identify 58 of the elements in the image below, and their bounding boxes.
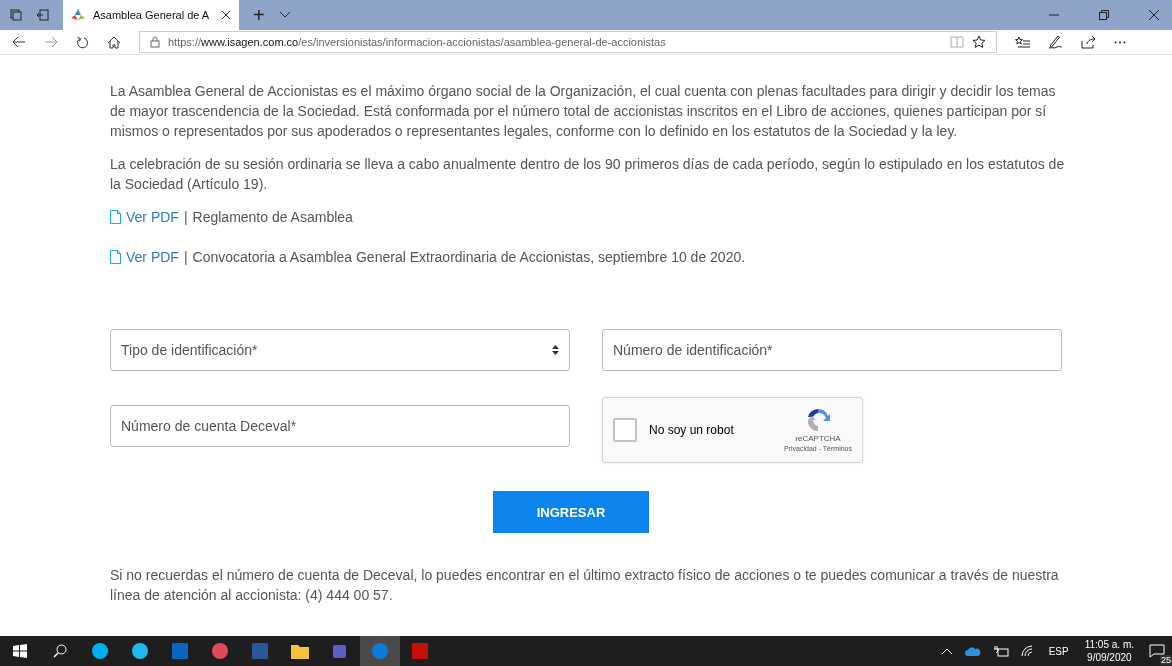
app-icon — [90, 642, 110, 660]
input-field[interactable]: Número de identificación* — [602, 329, 1062, 371]
app-icon — [250, 642, 270, 660]
restore-icon[interactable] — [1099, 10, 1109, 20]
new-tab-button[interactable]: + — [253, 3, 265, 27]
pdf-link[interactable]: Ver PDF — [126, 207, 179, 227]
close-icon[interactable] — [221, 10, 231, 20]
separator-text: | — [183, 208, 188, 227]
recaptcha-logo-icon — [805, 407, 831, 433]
document-icon — [110, 210, 121, 224]
folder-icon — [290, 642, 310, 660]
forward-arrow-icon[interactable] — [44, 36, 58, 48]
cloud-icon[interactable] — [964, 646, 981, 656]
notification-button[interactable]: 25 — [1142, 636, 1172, 666]
app-icon — [370, 642, 390, 660]
more-icon[interactable] — [1114, 40, 1126, 44]
refresh-icon[interactable] — [76, 35, 89, 49]
paragraph: La celebración de su sesión ordinaria se lleva a cabo anualmente dentro de los 90 primeros días de cada período, según lo estipulado en los estatutos de la Sociedad (Artículo 19). — [110, 155, 1066, 194]
input-field[interactable]: Número de cuenta Deceval* — [110, 405, 570, 447]
back-arrow-icon[interactable] — [12, 36, 26, 48]
select-field[interactable]: Tipo de identificación* — [110, 329, 570, 371]
tabs-aside-icon[interactable] — [10, 9, 22, 21]
close-icon[interactable] — [1149, 10, 1159, 20]
chevron-up-icon[interactable] — [940, 647, 953, 655]
captcha-brand: reCAPTCHA — [795, 434, 841, 443]
document-icon — [110, 250, 121, 264]
search-icon[interactable] — [53, 644, 67, 658]
app-icon — [130, 642, 150, 660]
tab-back-icon[interactable] — [36, 9, 49, 21]
submit-button[interactable]: INGRESAR — [493, 491, 649, 533]
document-title: Reglamento de Asamblea — [192, 208, 353, 227]
language-indicator[interactable]: ESP — [1048, 645, 1069, 657]
clock[interactable]: 11:05 a. m. 9/09/2020 — [1084, 638, 1134, 664]
site-logo-icon — [71, 9, 85, 21]
favorites-list-icon[interactable] — [1015, 35, 1030, 49]
sort-arrows-icon — [552, 345, 559, 355]
lock-icon — [150, 36, 160, 48]
paragraph: La Asamblea General de Accionistas es el máximo órgano social de la Organización, el cual cuenta con plenas facultades para dirigir y decidir los temas de mayor trascendencia de la Sociedad. Está conformada por el número total de accionistas inscritos en el Libro de acciones, quienes participan por sí mismos o representados por sus apoderados o representantes legales, conforme con lo definido en los estatutos de la Sociedad y la ley. — [110, 82, 1057, 141]
app-icon — [210, 642, 230, 660]
battery-plug-icon[interactable] — [992, 645, 1009, 657]
chevron-down-icon[interactable] — [278, 11, 291, 19]
app-icon — [170, 642, 190, 660]
star-icon[interactable] — [972, 35, 986, 49]
pdf-link[interactable]: Ver PDF — [126, 247, 179, 267]
address-bar[interactable]: https://www.isagen.com.co/es/inversionistas/informacion-accionistas/asamblea-general-de-accionistas — [139, 31, 997, 53]
paragraph: Si no recuerdas el número de cuenta de Deceval, lo puedes encontrar en el último extracto físico de acciones o te puedes comunicar a través de nuestra línea de atención al accionista: (4) 444 00 57. — [110, 566, 1060, 605]
separator-text: | — [183, 248, 188, 267]
document-title: Convocatoria a Asamblea General Extraordinaria de Accionistas, septiembre 10 de 2020. — [192, 248, 746, 267]
wifi-icon[interactable] — [1020, 645, 1035, 657]
checkbox[interactable] — [613, 418, 637, 442]
browser-tab[interactable]: Asamblea General de A — [63, 0, 239, 30]
captcha-label: No soy un robot — [649, 422, 734, 439]
windows-start-icon[interactable] — [13, 644, 27, 658]
message-icon — [1149, 644, 1165, 658]
pen-icon[interactable] — [1048, 35, 1063, 49]
home-icon[interactable] — [107, 35, 121, 49]
share-icon[interactable] — [1081, 35, 1096, 49]
app-icon — [410, 642, 430, 660]
